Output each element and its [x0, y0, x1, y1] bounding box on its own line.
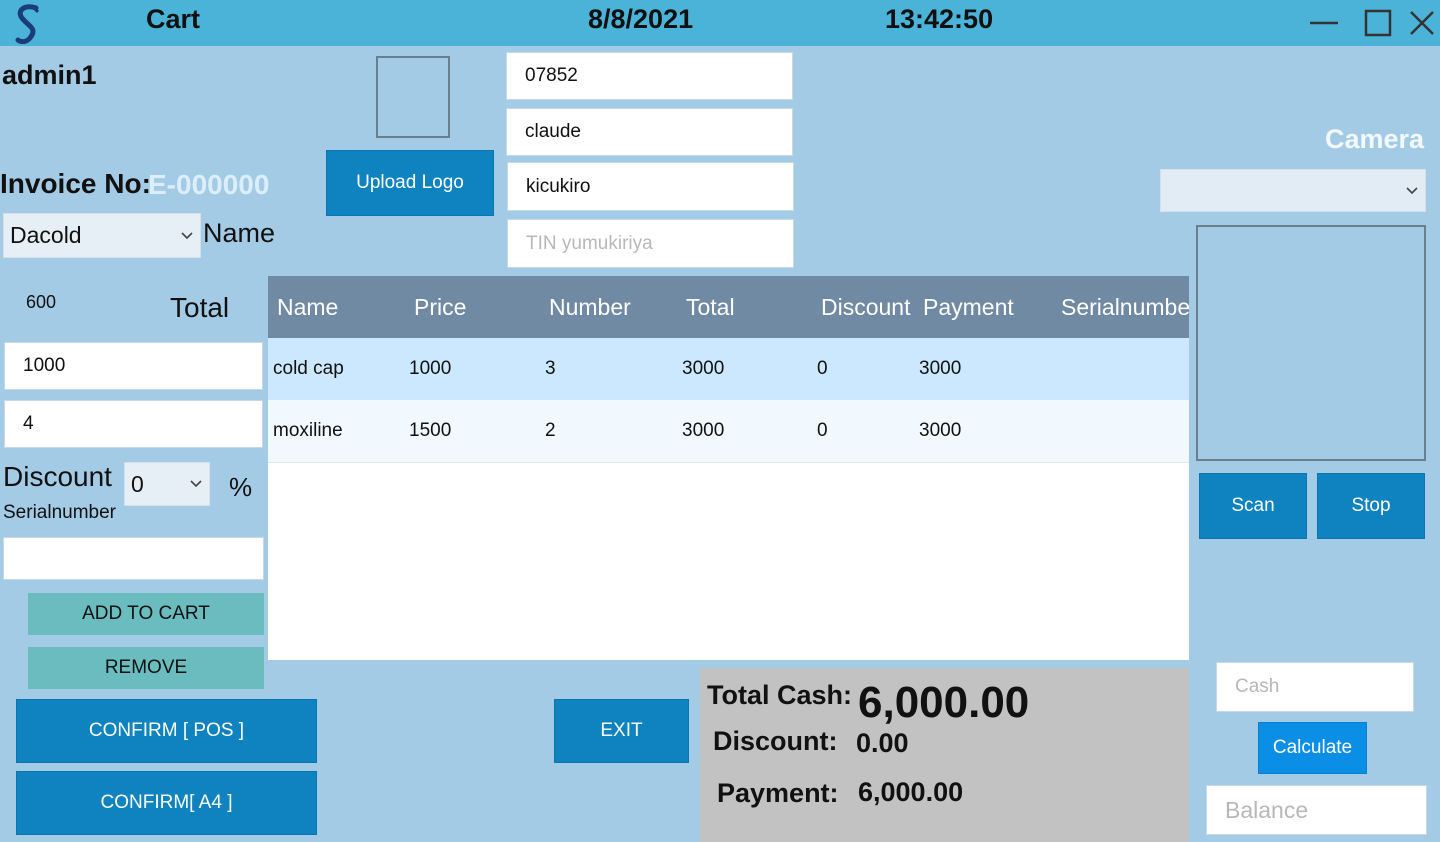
cell-name: cold cap [273, 358, 344, 379]
discount-label: Discount [3, 461, 112, 492]
serialnumber-label: Serialnumber [3, 502, 116, 523]
app-logo-icon [10, 2, 46, 45]
minimize-icon[interactable] [1306, 6, 1342, 40]
column-header-number[interactable]: Number [549, 294, 631, 321]
table-header: Name Price Number Total Discount Payment… [268, 276, 1189, 338]
camera-preview [1196, 225, 1426, 461]
camera-select[interactable] [1160, 169, 1426, 212]
discount-select[interactable]: 0 [124, 462, 210, 506]
payment-summary-value: 6,000.00 [858, 777, 964, 807]
chevron-down-icon [190, 480, 202, 488]
stock-value: 600 [26, 292, 57, 312]
discount-select-value: 0 [131, 470, 144, 497]
camera-label: Camera [1325, 124, 1425, 154]
date-display: 8/8/2021 [588, 4, 694, 34]
balance-input[interactable]: Balance [1206, 785, 1427, 835]
time-display: 13:42:50 [885, 4, 994, 34]
tin-field[interactable]: TIN yumukiriya [507, 219, 794, 268]
customer-name-field[interactable]: claude [506, 108, 793, 156]
total-cash-label: Total Cash: [707, 680, 853, 710]
cell-number: 2 [545, 420, 556, 441]
cell-payment: 3000 [919, 420, 962, 441]
chevron-down-icon [181, 231, 193, 239]
confirm-a4-button[interactable]: CONFIRM[ A4 ] [16, 771, 317, 835]
username-label: admin1 [2, 60, 97, 90]
logo-preview [376, 56, 450, 138]
payment-summary-label: Payment: [717, 778, 839, 808]
column-header-payment[interactable]: Payment [923, 294, 1014, 321]
add-to-cart-button[interactable]: ADD TO CART [28, 593, 264, 635]
phone-field[interactable]: 07852 [506, 52, 793, 100]
calculate-button[interactable]: Calculate [1258, 722, 1367, 774]
table-row[interactable]: moxiline 1500 2 3000 0 3000 [268, 400, 1189, 463]
serialnumber-field[interactable] [3, 537, 264, 580]
totals-panel: Total Cash: 6,000.00 Discount: 0.00 Paym… [700, 668, 1189, 842]
percent-label: % [229, 472, 253, 502]
price-field[interactable]: 1000 [4, 342, 263, 390]
column-header-total[interactable]: Total [686, 294, 735, 321]
maximize-icon[interactable] [1360, 6, 1396, 40]
table-row[interactable]: cold cap 1000 3 3000 0 3000 [268, 338, 1189, 400]
cell-discount: 0 [817, 358, 828, 379]
total-label: Total [170, 292, 230, 323]
invoice-number: E-000000 [148, 169, 270, 200]
scan-button[interactable]: Scan [1199, 473, 1307, 539]
cash-input[interactable]: Cash [1216, 662, 1414, 712]
stop-button[interactable]: Stop [1317, 473, 1425, 539]
column-header-discount[interactable]: Discount [821, 294, 913, 321]
cell-total: 3000 [682, 420, 725, 441]
total-cash-value: 6,000.00 [858, 678, 1030, 727]
product-select[interactable]: Dacold [3, 213, 201, 258]
remove-button[interactable]: REMOVE [28, 647, 264, 689]
confirm-pos-button[interactable]: CONFIRM [ POS ] [16, 699, 317, 763]
window-title: Cart [146, 4, 201, 34]
quantity-field[interactable]: 4 [4, 400, 263, 448]
exit-button[interactable]: EXIT [554, 699, 689, 763]
cell-price: 1500 [409, 420, 452, 441]
upload-logo-button[interactable]: Upload Logo [326, 150, 494, 216]
title-bar: Cart 8/8/2021 13:42:50 [0, 0, 1440, 46]
discount-summary-value: 0.00 [856, 728, 909, 758]
invoice-label: Invoice No: [0, 168, 151, 199]
cell-name: moxiline [273, 420, 343, 441]
cart-table[interactable]: Name Price Number Total Discount Payment… [268, 276, 1189, 660]
close-icon[interactable] [1404, 6, 1440, 40]
chevron-down-icon [1406, 186, 1418, 194]
name-label: Name [203, 218, 276, 248]
cell-discount: 0 [817, 420, 828, 441]
cell-price: 1000 [409, 358, 452, 379]
column-header-price[interactable]: Price [414, 294, 466, 321]
column-header-serialnumber[interactable]: Serialnumber [1061, 294, 1189, 321]
discount-summary-label: Discount: [713, 726, 838, 756]
column-header-name[interactable]: Name [277, 294, 338, 321]
cell-payment: 3000 [919, 358, 962, 379]
cell-number: 3 [545, 358, 556, 379]
location-field[interactable]: kicukiro [507, 162, 794, 211]
product-select-value: Dacold [10, 222, 82, 248]
cell-total: 3000 [682, 358, 725, 379]
